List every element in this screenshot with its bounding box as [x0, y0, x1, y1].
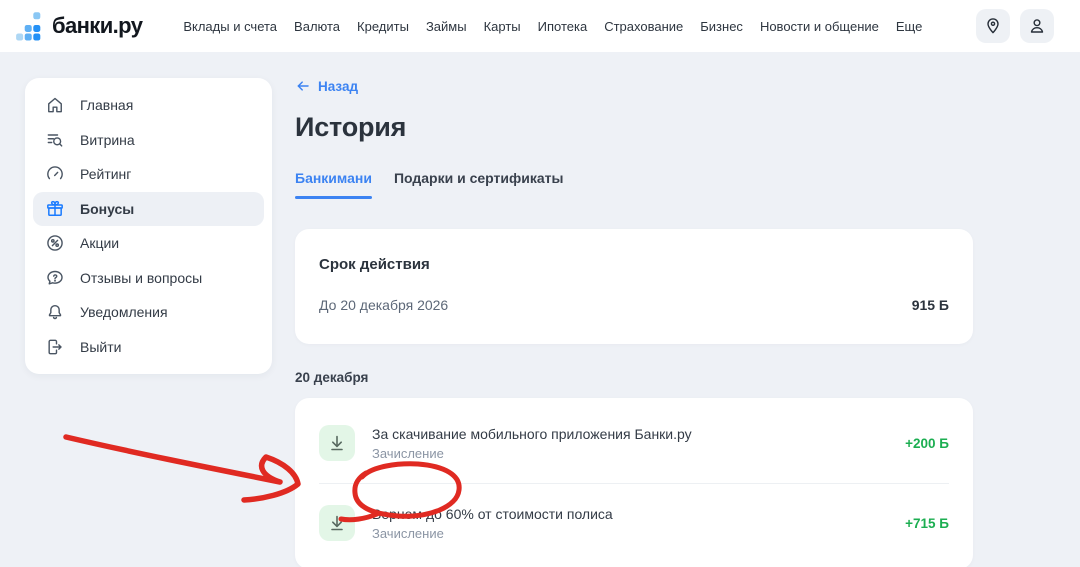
home-icon: [45, 95, 65, 115]
nav-item-loans[interactable]: Займы: [426, 19, 467, 34]
sidebar-item-label: Выйти: [80, 339, 121, 355]
user-icon: [1027, 16, 1047, 36]
history-row-title: За скачивание мобильного приложения Банк…: [372, 426, 692, 442]
history-row-subtitle: Зачисление: [372, 446, 692, 461]
nav-item-currency[interactable]: Валюта: [294, 19, 340, 34]
page-title: История: [295, 112, 973, 143]
validity-amount: 915 Б: [912, 297, 949, 313]
gift-icon: [45, 199, 65, 219]
header-actions: [976, 9, 1054, 43]
download-icon: [319, 425, 355, 461]
nav-item-news[interactable]: Новости и общение: [760, 19, 879, 34]
banki-logo[interactable]: банки.ру: [16, 12, 142, 41]
sidebar-item-label: Акции: [80, 235, 119, 251]
gauge-icon: [45, 164, 65, 184]
history-row-texts: За скачивание мобильного приложения Банк…: [372, 426, 692, 461]
percent-circle-icon: [45, 233, 65, 253]
sidebar-item-bonuses[interactable]: Бонусы: [33, 192, 264, 227]
history-row: Вернем до 60% от стоимости полиса Зачисл…: [319, 483, 949, 563]
nav-item-mortgage[interactable]: Ипотека: [538, 19, 588, 34]
sidebar-item-rating[interactable]: Рейтинг: [33, 157, 264, 192]
account-sidebar: Главная Витрина Рейтинг Бонусы: [25, 78, 272, 374]
bell-icon: [45, 302, 65, 322]
history-row-title: Вернем до 60% от стоимости полиса: [372, 506, 613, 522]
sidebar-item-reviews[interactable]: Отзывы и вопросы: [33, 261, 264, 296]
nav-item-insurance[interactable]: Страхование: [604, 19, 683, 34]
sidebar-item-label: Рейтинг: [80, 166, 131, 182]
validity-card: Срок действия До 20 декабря 2026 915 Б: [295, 229, 973, 344]
sidebar-item-label: Витрина: [80, 132, 135, 148]
nav-item-cards[interactable]: Карты: [484, 19, 521, 34]
nav-item-business[interactable]: Бизнес: [700, 19, 743, 34]
sidebar-item-promos[interactable]: Акции: [33, 226, 264, 261]
sidebar-item-label: Отзывы и вопросы: [80, 270, 202, 286]
nav-item-deposits[interactable]: Вклады и счета: [183, 19, 277, 34]
logout-icon: [45, 337, 65, 357]
sidebar-item-notifications[interactable]: Уведомления: [33, 295, 264, 330]
sidebar-item-logout[interactable]: Выйти: [33, 330, 264, 365]
nav-item-more[interactable]: Еще: [896, 19, 922, 34]
history-card: За скачивание мобильного приложения Банк…: [295, 398, 973, 567]
back-label: Назад: [318, 79, 358, 94]
history-row: За скачивание мобильного приложения Банк…: [319, 404, 949, 483]
back-link[interactable]: Назад: [295, 78, 358, 94]
top-header: банки.ру Вклады и счета Валюта Кредиты З…: [0, 0, 1080, 52]
main-nav: Вклады и счета Валюта Кредиты Займы Карт…: [183, 19, 922, 34]
validity-row: До 20 декабря 2026 915 Б: [319, 297, 949, 313]
history-row-subtitle: Зачисление: [372, 526, 613, 541]
sidebar-item-home[interactable]: Главная: [33, 88, 264, 123]
showcase-search-icon: [45, 130, 65, 150]
sidebar-item-showcase[interactable]: Витрина: [33, 123, 264, 158]
nav-item-credits[interactable]: Кредиты: [357, 19, 409, 34]
page: банки.ру Вклады и счета Валюта Кредиты З…: [0, 0, 1080, 567]
history-row-texts: Вернем до 60% от стоимости полиса Зачисл…: [372, 506, 613, 541]
content-area: Главная Витрина Рейтинг Бонусы: [0, 52, 1080, 567]
sidebar-item-label: Уведомления: [80, 304, 168, 320]
brand-name: банки.ру: [52, 13, 142, 39]
download-icon: [319, 505, 355, 541]
arrow-left-icon: [295, 78, 311, 94]
history-row-amount: +200 Б: [905, 436, 949, 451]
profile-button[interactable]: [1020, 9, 1054, 43]
sidebar-item-label: Главная: [80, 97, 133, 113]
validity-until: До 20 декабря 2026: [319, 297, 448, 313]
location-button[interactable]: [976, 9, 1010, 43]
tab-gifts-certificates[interactable]: Подарки и сертификаты: [394, 170, 564, 199]
main-panel: Назад История Банкимани Подарки и сертиф…: [295, 78, 973, 567]
chat-question-icon: [45, 268, 65, 288]
history-row-amount: +715 Б: [905, 516, 949, 531]
history-date-label: 20 декабря: [295, 370, 973, 385]
tab-bankimani[interactable]: Банкимани: [295, 170, 372, 199]
sidebar-item-label: Бонусы: [80, 201, 134, 217]
validity-title: Срок действия: [319, 256, 949, 273]
history-tabs: Банкимани Подарки и сертификаты: [295, 170, 973, 199]
location-pin-icon: [983, 16, 1003, 36]
banki-logo-dots-icon: [16, 12, 43, 41]
